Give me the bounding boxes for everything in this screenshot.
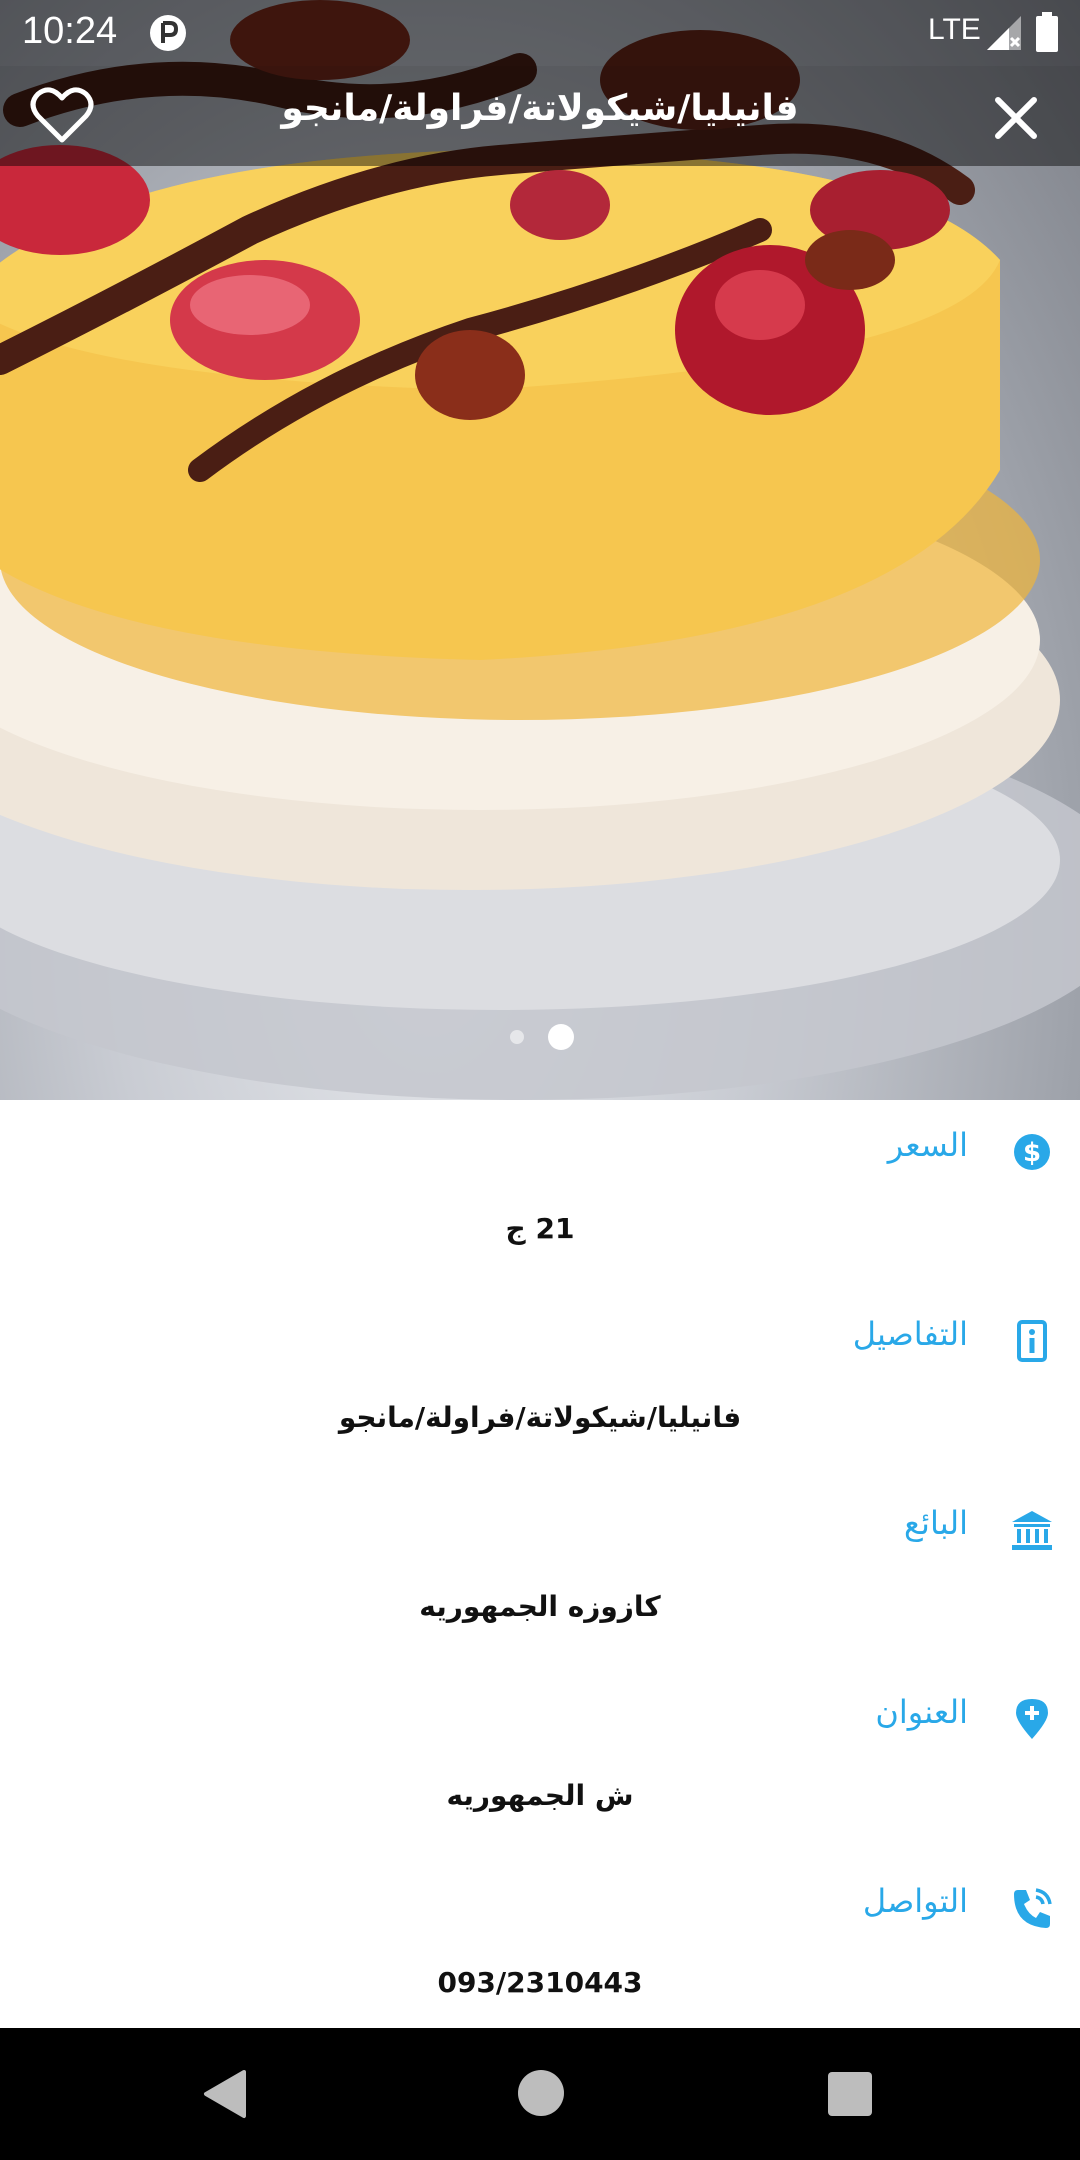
contact-value[interactable]: 093/2310443: [0, 1966, 1080, 1999]
address-label: العنوان: [875, 1693, 968, 1731]
close-icon[interactable]: [988, 90, 1044, 146]
signal-icon: [987, 16, 1021, 50]
info-value: فانيليا/شيكولاتة/فراولة/مانجو: [338, 1401, 742, 1434]
svg-text:$: $: [1023, 1138, 1041, 1168]
seller-label: البائع: [904, 1504, 968, 1542]
contact-label: التواصل: [862, 1882, 968, 1920]
back-icon[interactable]: [200, 2068, 250, 2120]
page-title: فانيليا/شيكولاتة/فراولة/مانجو: [281, 88, 799, 129]
dollar-circle-icon: $: [1014, 1134, 1050, 1170]
recents-icon[interactable]: [828, 2072, 872, 2116]
location-pin-icon: [1016, 1699, 1048, 1739]
bank-icon: [1012, 1511, 1052, 1550]
info-section: التفاصيل فانيليا/شيكولاتة/فراولة/مانجو: [0, 1289, 1080, 1479]
pager-dot-1[interactable]: [510, 1030, 524, 1044]
navigation-bar: [0, 2028, 1080, 2160]
seller-value: كازوزه الجمهوريه: [419, 1590, 661, 1623]
address-value: ش الجمهوريه: [446, 1779, 634, 1812]
status-time: 10:24: [22, 10, 118, 52]
address-section: العنوان ش الجمهوريه: [0, 1667, 1080, 1857]
product-details: $ السعر 21 ج التفاصيل فانيليا/شيكولاتة/ف…: [0, 1100, 1080, 2028]
status-bar: 10:24 LTE: [0, 0, 1080, 66]
contact-section[interactable]: التواصل 093/2310443: [0, 1856, 1080, 2046]
home-icon[interactable]: [518, 2070, 564, 2116]
price-section: $ السعر 21 ج: [0, 1100, 1080, 1290]
seller-section: البائع كازوزه الجمهوريه: [0, 1478, 1080, 1668]
info-icon: [1017, 1320, 1047, 1362]
price-label: السعر: [887, 1126, 968, 1164]
network-type: LTE: [928, 13, 981, 46]
image-pager[interactable]: [508, 1022, 578, 1052]
heart-outline-icon[interactable]: [30, 86, 94, 146]
battery-icon: [1036, 12, 1058, 52]
pager-dot-2-active[interactable]: [548, 1024, 574, 1050]
title-bar: فانيليا/شيكولاتة/فراولة/مانجو: [0, 66, 1080, 166]
phone-icon: [1014, 1888, 1052, 1928]
info-label: التفاصيل: [852, 1315, 968, 1353]
price-value: 21 ج: [505, 1212, 575, 1245]
p-circle-icon: [150, 15, 186, 51]
